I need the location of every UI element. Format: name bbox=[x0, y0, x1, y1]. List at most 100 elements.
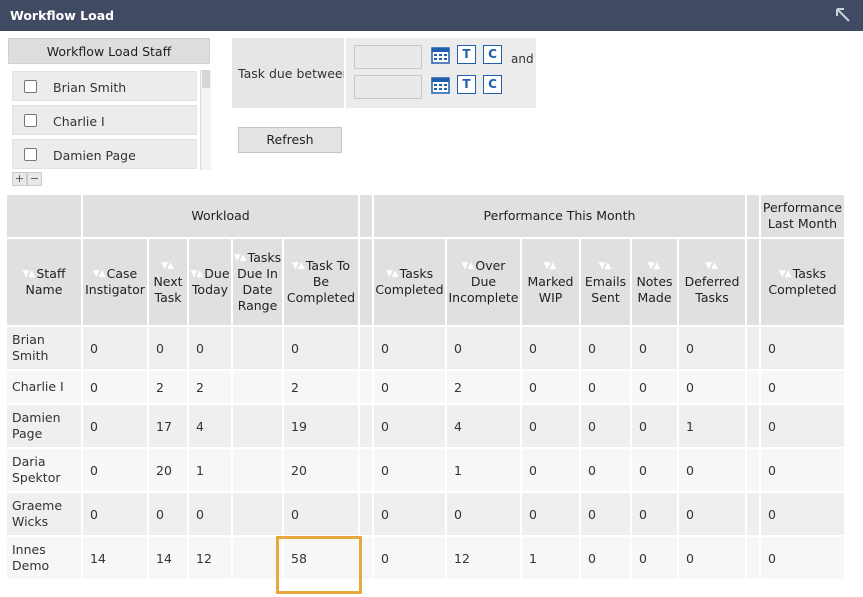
and-label: and bbox=[511, 52, 534, 66]
scroll-thumb[interactable] bbox=[202, 70, 210, 88]
cell-tasks-completed: 0 bbox=[374, 327, 445, 371]
col-case-instigator[interactable]: ▼▲ Case Instigator bbox=[83, 239, 147, 327]
cell-last-tasks-completed: 0 bbox=[761, 537, 844, 581]
staff-item-damien-page[interactable]: Damien Page bbox=[12, 139, 197, 169]
sort-arrows-icon[interactable]: ▼▲ bbox=[234, 250, 247, 266]
sort-arrows-icon[interactable]: ▼▲ bbox=[599, 258, 612, 274]
staff-scrollbar[interactable] bbox=[200, 70, 211, 170]
date-to-input[interactable] bbox=[354, 75, 422, 99]
staff-name-cell: Innes Demo bbox=[7, 537, 81, 581]
staff-name-cell: Brian Smith bbox=[7, 327, 81, 371]
clear-icon[interactable]: C bbox=[483, 45, 502, 64]
sort-arrows-icon[interactable]: ▼▲ bbox=[386, 266, 399, 282]
cell-notes-made: 0 bbox=[632, 327, 677, 371]
cell-notes-made: 0 bbox=[632, 371, 677, 405]
cell-deferred: 0 bbox=[679, 449, 745, 493]
cell-tasks-completed: 0 bbox=[374, 371, 445, 405]
sort-arrows-icon[interactable]: ▼▲ bbox=[779, 266, 792, 282]
window-title: Workflow Load bbox=[10, 8, 115, 23]
cell-over-due: 4 bbox=[447, 405, 520, 449]
remove-staff-button[interactable]: − bbox=[27, 172, 42, 186]
sort-arrows-icon[interactable]: ▼▲ bbox=[190, 266, 203, 282]
col-marked-wip[interactable]: ▼▲Marked WIP bbox=[522, 239, 579, 327]
col-deferred[interactable]: ▼▲Deferred Tasks bbox=[679, 239, 745, 327]
col-label: Marked WIP bbox=[527, 274, 574, 306]
cell-case-instigator: 0 bbox=[83, 493, 147, 537]
window-titlebar: Workflow Load bbox=[0, 0, 863, 31]
table-row[interactable]: Charlie I02220200000 bbox=[7, 371, 844, 405]
staff-checkbox[interactable] bbox=[24, 148, 37, 161]
col-to-be-completed[interactable]: ▼▲ Task To Be Completed bbox=[284, 239, 358, 327]
workload-group-header: Workload bbox=[83, 195, 358, 239]
cell-marked-wip: 0 bbox=[522, 449, 579, 493]
spacer bbox=[747, 405, 759, 449]
cell-over-due: 1 bbox=[447, 449, 520, 493]
sort-arrows-icon[interactable]: ▼▲ bbox=[705, 258, 718, 274]
col-last-tasks-completed[interactable]: ▼▲ Tasks Completed bbox=[761, 239, 844, 327]
cell-tasks-due-range bbox=[233, 405, 282, 449]
col-emails-sent[interactable]: ▼▲Emails Sent bbox=[581, 239, 630, 327]
spacer bbox=[360, 449, 372, 493]
spacer bbox=[360, 493, 372, 537]
table-row[interactable]: Daria Spektor 0 20 1 20 0 1 0 0 0 0 0 bbox=[7, 449, 844, 493]
table-row[interactable]: Damien Page 0 17 4 19 0 4 0 0 0 1 0 bbox=[7, 405, 844, 449]
sort-arrows-icon[interactable]: ▼▲ bbox=[544, 258, 557, 274]
col-over-due[interactable]: ▼▲ Over Due Incomplete bbox=[447, 239, 520, 327]
cell-notes-made: 0 bbox=[632, 537, 677, 581]
cell-case-instigator: 0 bbox=[83, 327, 147, 371]
staff-item-charlie-i[interactable]: Charlie I bbox=[12, 105, 197, 135]
col-next-task[interactable]: ▼▲Next Task bbox=[149, 239, 187, 327]
col-notes-made[interactable]: ▼▲Notes Made bbox=[632, 239, 677, 327]
spacer bbox=[747, 371, 759, 405]
cell-emails-sent: 0 bbox=[581, 493, 630, 537]
col-tasks-due-range[interactable]: ▼▲ Tasks Due In Date Range bbox=[233, 239, 282, 327]
staff-checkbox[interactable] bbox=[24, 80, 37, 93]
table-row[interactable]: Innes Demo 14 14 12 58 0 12 1 0 0 0 0 bbox=[7, 537, 844, 581]
cell-next-task: 0 bbox=[149, 493, 187, 537]
col-staff-name[interactable]: ▼▲ Staff Name bbox=[7, 239, 81, 327]
table-row[interactable]: Brian Smith 0 0 0 0 0 0 0 0 0 0 0 bbox=[7, 327, 844, 371]
sort-arrows-icon[interactable]: ▼▲ bbox=[292, 258, 305, 274]
cell-emails-sent: 0 bbox=[581, 537, 630, 581]
refresh-button[interactable]: Refresh bbox=[238, 127, 342, 153]
cell-emails-sent: 0 bbox=[581, 405, 630, 449]
calendar-icon[interactable] bbox=[431, 75, 450, 94]
cell-tasks-due-range bbox=[233, 449, 282, 493]
cell-tasks-due-range bbox=[233, 537, 282, 581]
cell-over-due: 0 bbox=[447, 493, 520, 537]
staff-checkbox[interactable] bbox=[24, 114, 37, 127]
table-row[interactable]: Graeme Wicks 0 0 0 0 0 0 0 0 0 0 0 bbox=[7, 493, 844, 537]
collapse-arrow-icon[interactable] bbox=[835, 7, 851, 23]
cell-marked-wip: 0 bbox=[522, 405, 579, 449]
col-label: Next Task bbox=[153, 274, 183, 306]
cell-next-task: 14 bbox=[149, 537, 187, 581]
col-due-today[interactable]: ▼▲ Due Today bbox=[189, 239, 231, 327]
date-filter: Task due between T C and T C bbox=[232, 38, 536, 108]
cell-due-today: 4 bbox=[189, 405, 231, 449]
col-label: Over Due Incomplete bbox=[448, 257, 519, 306]
cell-tasks-due-range bbox=[233, 493, 282, 537]
date-from-input[interactable] bbox=[354, 45, 422, 69]
today-icon[interactable]: T bbox=[457, 45, 476, 64]
sort-arrows-icon[interactable]: ▼▲ bbox=[93, 266, 106, 282]
cell-case-instigator: 14 bbox=[83, 537, 147, 581]
add-staff-button[interactable]: + bbox=[12, 172, 27, 186]
sort-arrows-icon[interactable]: ▼▲ bbox=[462, 258, 475, 274]
col-label: Deferred Tasks bbox=[684, 274, 740, 306]
cell-to-be-completed: 19 bbox=[284, 405, 358, 449]
performance-month-group-header: Performance This Month bbox=[374, 195, 745, 239]
sort-arrows-icon[interactable]: ▼▲ bbox=[161, 258, 174, 274]
spacer bbox=[360, 195, 372, 239]
sort-arrows-icon[interactable]: ▼▲ bbox=[23, 266, 36, 282]
cell-tasks-completed: 0 bbox=[374, 405, 445, 449]
col-tasks-completed[interactable]: ▼▲ Tasks Completed bbox=[374, 239, 445, 327]
cell-case-instigator: 0 bbox=[83, 405, 147, 449]
today-icon[interactable]: T bbox=[457, 75, 476, 94]
staff-item-label: Charlie I bbox=[53, 114, 105, 129]
staff-item-brian-smith[interactable]: Brian Smith bbox=[12, 71, 197, 101]
cell-notes-made: 0 bbox=[632, 493, 677, 537]
clear-icon[interactable]: C bbox=[483, 75, 502, 94]
sort-arrows-icon[interactable]: ▼▲ bbox=[648, 258, 661, 274]
calendar-icon[interactable] bbox=[431, 45, 450, 64]
staff-name-cell: Damien Page bbox=[7, 405, 81, 449]
